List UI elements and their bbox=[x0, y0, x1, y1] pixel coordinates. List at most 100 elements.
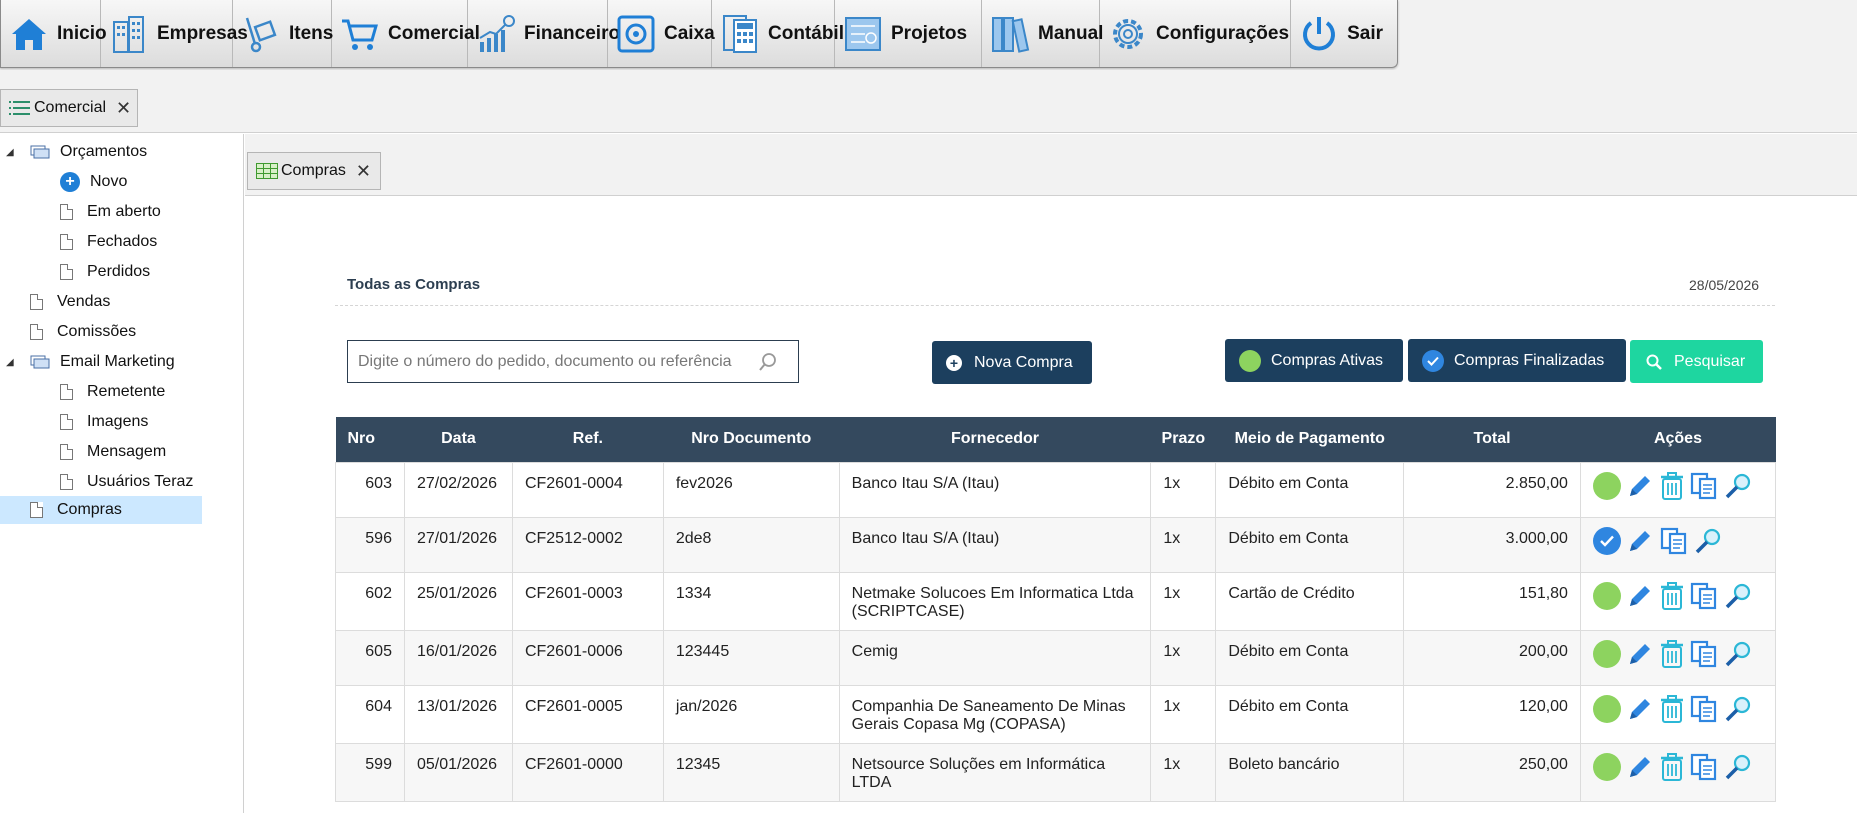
magnifier-icon[interactable] bbox=[1723, 639, 1753, 669]
tab-compras[interactable]: Compras ✕ bbox=[247, 152, 381, 190]
edit-icon[interactable] bbox=[1625, 526, 1655, 556]
copy-icon[interactable] bbox=[1659, 526, 1689, 556]
menu-configuracoes[interactable]: Configurações bbox=[1100, 0, 1291, 67]
magnifier-icon[interactable] bbox=[1723, 581, 1753, 611]
table-row[interactable]: 604 13/01/2026 CF2601-0005 jan/2026 Companhi… bbox=[335, 684, 1777, 744]
search-icon bbox=[1646, 354, 1662, 370]
edit-icon[interactable] bbox=[1625, 471, 1655, 501]
tab-comercial[interactable]: Comercial ✕ bbox=[0, 89, 138, 127]
menu-caixa[interactable]: Caixa bbox=[608, 0, 715, 67]
menu-comercial[interactable]: Comercial bbox=[332, 0, 480, 67]
menu-label: Projetos bbox=[891, 22, 968, 44]
check-circle-icon[interactable] bbox=[1592, 526, 1621, 555]
tree-item-remetente[interactable]: Remetente bbox=[60, 378, 165, 406]
table-cell-prazo: 1x bbox=[1150, 742, 1217, 802]
trash-icon[interactable] bbox=[1659, 639, 1685, 669]
tree-item-compras[interactable]: Compras bbox=[0, 496, 202, 524]
table-row[interactable]: 603 27/02/2026 CF2601-0004 fev2026 Banco Ita… bbox=[335, 461, 1777, 518]
magnifier-icon[interactable] bbox=[1723, 694, 1753, 724]
copy-icon[interactable] bbox=[1689, 581, 1719, 611]
column-header[interactable]: Meio de Pagamento bbox=[1215, 417, 1404, 462]
copy-icon[interactable] bbox=[1689, 471, 1719, 501]
folder-icon bbox=[30, 145, 50, 159]
magnifier-icon[interactable] bbox=[1723, 752, 1753, 782]
green-status-icon[interactable] bbox=[1592, 752, 1621, 781]
active-purchases-button[interactable]: Compras Ativas bbox=[1225, 339, 1403, 382]
tree-label: Compras bbox=[57, 501, 122, 518]
column-header[interactable]: Prazo bbox=[1150, 417, 1216, 462]
tree-item-email-marketing[interactable]: ◢ Email Marketing bbox=[6, 348, 175, 376]
menu-inicio[interactable]: Inicio bbox=[1, 0, 107, 67]
menu-contabil[interactable]: Contábil bbox=[712, 0, 844, 67]
table-cell-meio: Débito em Conta bbox=[1215, 629, 1405, 686]
expand-arrow-icon[interactable]: ◢ bbox=[6, 357, 16, 368]
tree-item-fechados[interactable]: Fechados bbox=[60, 228, 157, 256]
magnifier-icon[interactable] bbox=[1693, 526, 1723, 556]
menu-itens[interactable]: Itens bbox=[233, 0, 333, 67]
close-icon[interactable]: ✕ bbox=[356, 161, 371, 182]
new-purchase-button[interactable]: + Nova Compra bbox=[932, 341, 1092, 384]
copy-icon[interactable] bbox=[1689, 639, 1719, 669]
table-cell-total: 120,00 bbox=[1403, 684, 1581, 744]
menu-projetos[interactable]: Projetos bbox=[835, 0, 982, 67]
document-icon bbox=[60, 444, 73, 460]
table-cell-nro: 604 bbox=[335, 684, 405, 744]
column-header: Ações bbox=[1580, 417, 1776, 462]
trash-icon[interactable] bbox=[1659, 471, 1685, 501]
close-icon[interactable]: ✕ bbox=[116, 98, 131, 119]
column-header[interactable]: Fornecedor bbox=[839, 417, 1151, 462]
table-row[interactable]: 596 27/01/2026 CF2512-0002 2de8 Banco Itau S… bbox=[335, 516, 1777, 573]
table-row[interactable]: 602 25/01/2026 CF2601-0003 1334 Netmake Solu… bbox=[335, 571, 1777, 631]
tree-item-orcamentos[interactable]: ◢ Orçamentos bbox=[6, 138, 147, 166]
expand-arrow-icon[interactable]: ◢ bbox=[6, 147, 16, 158]
tree-item-em-aberto[interactable]: Em aberto bbox=[60, 198, 161, 226]
list-icon bbox=[9, 100, 31, 116]
green-status-icon[interactable] bbox=[1592, 639, 1621, 668]
trash-icon[interactable] bbox=[1659, 694, 1685, 724]
menu-sair[interactable]: Sair bbox=[1291, 0, 1397, 67]
tree-item-mensagem[interactable]: Mensagem bbox=[60, 438, 166, 466]
column-header[interactable]: Nro Documento bbox=[663, 417, 840, 462]
copy-icon[interactable] bbox=[1689, 694, 1719, 724]
tree-item-imagens[interactable]: Imagens bbox=[60, 408, 148, 436]
search-input[interactable] bbox=[358, 352, 758, 371]
table-cell-nro: 603 bbox=[335, 461, 405, 518]
hand-truck-icon bbox=[241, 12, 281, 56]
tree-item-usuarios-teraz[interactable]: Usuários Teraz bbox=[60, 468, 193, 496]
green-status-icon[interactable] bbox=[1592, 581, 1621, 610]
search-icon[interactable] bbox=[758, 352, 778, 372]
search-button[interactable]: Pesquisar bbox=[1630, 340, 1763, 383]
trash-icon[interactable] bbox=[1659, 581, 1685, 611]
edit-icon[interactable] bbox=[1625, 639, 1655, 669]
magnifier-icon[interactable] bbox=[1723, 471, 1753, 501]
finalized-purchases-button[interactable]: Compras Finalizadas bbox=[1408, 339, 1626, 382]
column-header[interactable]: Nro bbox=[335, 417, 405, 462]
tree-item-perdidos[interactable]: Perdidos bbox=[60, 258, 150, 286]
green-status-icon bbox=[1239, 349, 1261, 372]
menu-financeiro[interactable]: Financeiro bbox=[468, 0, 620, 67]
calculator-icon bbox=[720, 12, 760, 56]
table-cell-total: 151,80 bbox=[1403, 571, 1581, 631]
edit-icon[interactable] bbox=[1625, 752, 1655, 782]
tree-item-vendas[interactable]: Vendas bbox=[30, 288, 110, 316]
table-cell-actions bbox=[1579, 629, 1777, 686]
column-header[interactable]: Total bbox=[1403, 417, 1581, 462]
table-cell-meio: Cartão de Crédito bbox=[1215, 571, 1405, 631]
panel-date: 28/05/2026 bbox=[1689, 277, 1760, 293]
table-row[interactable]: 599 05/01/2026 CF2601-0000 12345 Netsource S… bbox=[335, 742, 1777, 802]
trash-icon[interactable] bbox=[1659, 752, 1685, 782]
column-header[interactable]: Ref. bbox=[512, 417, 664, 462]
copy-icon[interactable] bbox=[1689, 752, 1719, 782]
tree-item-novo[interactable]: + Novo bbox=[60, 168, 127, 196]
menu-empresas[interactable]: Empresas bbox=[101, 0, 248, 67]
document-icon bbox=[60, 204, 73, 220]
table-row[interactable]: 605 16/01/2026 CF2601-0006 123445 Cemig 1x Déb… bbox=[335, 629, 1777, 686]
green-status-icon[interactable] bbox=[1592, 471, 1621, 500]
panel-title: Todas as Compras bbox=[347, 276, 481, 293]
edit-icon[interactable] bbox=[1625, 581, 1655, 611]
tree-item-comissoes[interactable]: Comissões bbox=[30, 318, 136, 346]
menu-manual[interactable]: Manual bbox=[982, 0, 1103, 67]
column-header[interactable]: Data bbox=[404, 417, 513, 462]
edit-icon[interactable] bbox=[1625, 694, 1655, 724]
green-status-icon[interactable] bbox=[1592, 694, 1621, 723]
